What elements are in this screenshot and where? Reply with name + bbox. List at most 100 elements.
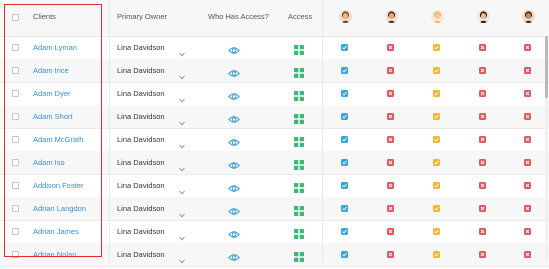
client-name-link[interactable]: Adam McGrath: [33, 135, 83, 144]
eye-icon[interactable]: [228, 111, 240, 123]
allow-check-icon[interactable]: [341, 67, 348, 74]
client-name-link[interactable]: Adam Lyman: [33, 43, 77, 52]
deny-x-icon[interactable]: [387, 90, 394, 97]
deny-x-icon[interactable]: [524, 44, 531, 51]
user-avatar-5[interactable]: [522, 10, 535, 23]
allow-check-icon[interactable]: [341, 228, 348, 235]
table-row[interactable]: Adrian Nolan Lina Davidson: [0, 243, 549, 267]
deny-x-icon[interactable]: [387, 182, 394, 189]
chevron-down-icon[interactable]: [179, 228, 185, 241]
row-checkbox[interactable]: [12, 136, 19, 143]
table-row[interactable]: Adam Lyman Lina Davidson: [0, 36, 549, 60]
eye-icon[interactable]: [228, 180, 240, 192]
owner-column-header[interactable]: Primary Owner: [117, 12, 167, 21]
table-row[interactable]: Adam Short Lina Davidson: [0, 105, 549, 129]
clients-column-header[interactable]: Clients: [33, 12, 56, 21]
deny-x-icon[interactable]: [479, 205, 486, 212]
deny-x-icon[interactable]: [479, 228, 486, 235]
deny-x-icon[interactable]: [524, 113, 531, 120]
grid-tiles-icon[interactable]: [294, 65, 304, 78]
deny-x-icon[interactable]: [524, 67, 531, 74]
allow-check-icon[interactable]: [433, 136, 440, 143]
allow-check-icon[interactable]: [341, 44, 348, 51]
deny-x-icon[interactable]: [479, 159, 486, 166]
client-name-link[interactable]: Adam Iso: [33, 158, 65, 167]
table-row[interactable]: Adrian Langdon Lina Davidson: [0, 197, 549, 221]
scrollbar-thumb[interactable]: [545, 36, 548, 98]
allow-check-icon[interactable]: [341, 205, 348, 212]
deny-x-icon[interactable]: [387, 67, 394, 74]
chevron-down-icon[interactable]: [179, 44, 185, 57]
eye-icon[interactable]: [228, 226, 240, 238]
deny-x-icon[interactable]: [387, 113, 394, 120]
deny-x-icon[interactable]: [479, 251, 486, 258]
client-name-link[interactable]: Adam Dyer: [33, 89, 71, 98]
grid-tiles-icon[interactable]: [294, 88, 304, 101]
eye-icon[interactable]: [228, 249, 240, 261]
client-name-link[interactable]: Adam Short: [33, 112, 73, 121]
deny-x-icon[interactable]: [387, 251, 394, 258]
grid-tiles-icon[interactable]: [294, 180, 304, 193]
chevron-down-icon[interactable]: [179, 90, 185, 103]
eye-icon[interactable]: [228, 65, 240, 77]
table-row[interactable]: Addison Foster Lina Davidson: [0, 174, 549, 198]
row-checkbox[interactable]: [12, 67, 19, 74]
allow-check-icon[interactable]: [341, 113, 348, 120]
user-avatar-3[interactable]: [431, 10, 444, 23]
deny-x-icon[interactable]: [479, 113, 486, 120]
deny-x-icon[interactable]: [524, 205, 531, 212]
allow-check-icon[interactable]: [433, 113, 440, 120]
table-row[interactable]: Adam McGrath Lina Davidson: [0, 128, 549, 152]
row-checkbox[interactable]: [12, 182, 19, 189]
grid-tiles-icon[interactable]: [294, 111, 304, 124]
user-avatar-4[interactable]: [477, 10, 490, 23]
row-checkbox[interactable]: [12, 113, 19, 120]
client-name-link[interactable]: Adam Ince: [33, 66, 69, 75]
allow-check-icon[interactable]: [341, 251, 348, 258]
chevron-down-icon[interactable]: [179, 205, 185, 218]
deny-x-icon[interactable]: [524, 159, 531, 166]
access-column-header[interactable]: Access: [288, 12, 312, 21]
client-name-link[interactable]: Adrian James: [33, 227, 79, 236]
allow-check-icon[interactable]: [341, 159, 348, 166]
grid-tiles-icon[interactable]: [294, 249, 304, 262]
table-row[interactable]: Adrian James Lina Davidson: [0, 220, 549, 244]
deny-x-icon[interactable]: [524, 136, 531, 143]
deny-x-icon[interactable]: [524, 90, 531, 97]
deny-x-icon[interactable]: [524, 182, 531, 189]
allow-check-icon[interactable]: [341, 136, 348, 143]
deny-x-icon[interactable]: [387, 205, 394, 212]
chevron-down-icon[interactable]: [179, 113, 185, 126]
deny-x-icon[interactable]: [524, 251, 531, 258]
chevron-down-icon[interactable]: [179, 67, 185, 80]
grid-tiles-icon[interactable]: [294, 134, 304, 147]
eye-icon[interactable]: [228, 88, 240, 100]
deny-x-icon[interactable]: [479, 136, 486, 143]
deny-x-icon[interactable]: [387, 44, 394, 51]
chevron-down-icon[interactable]: [179, 159, 185, 172]
allow-check-icon[interactable]: [433, 228, 440, 235]
row-checkbox[interactable]: [12, 44, 19, 51]
allow-check-icon[interactable]: [341, 90, 348, 97]
allow-check-icon[interactable]: [433, 205, 440, 212]
deny-x-icon[interactable]: [524, 228, 531, 235]
allow-check-icon[interactable]: [433, 44, 440, 51]
user-avatar-2[interactable]: [385, 10, 398, 23]
chevron-down-icon[interactable]: [179, 251, 185, 264]
deny-x-icon[interactable]: [479, 44, 486, 51]
table-row[interactable]: Adam Iso Lina Davidson: [0, 151, 549, 175]
client-name-link[interactable]: Adrian Langdon: [33, 204, 86, 213]
grid-tiles-icon[interactable]: [294, 226, 304, 239]
chevron-down-icon[interactable]: [179, 182, 185, 195]
eye-icon[interactable]: [228, 157, 240, 169]
deny-x-icon[interactable]: [387, 136, 394, 143]
allow-check-icon[interactable]: [433, 251, 440, 258]
allow-check-icon[interactable]: [433, 182, 440, 189]
deny-x-icon[interactable]: [479, 182, 486, 189]
grid-tiles-icon[interactable]: [294, 157, 304, 170]
allow-check-icon[interactable]: [433, 67, 440, 74]
deny-x-icon[interactable]: [479, 90, 486, 97]
eye-icon[interactable]: [228, 203, 240, 215]
table-row[interactable]: Adam Dyer Lina Davidson: [0, 82, 549, 106]
who-has-access-column-header[interactable]: Who Has Access?: [208, 12, 269, 21]
